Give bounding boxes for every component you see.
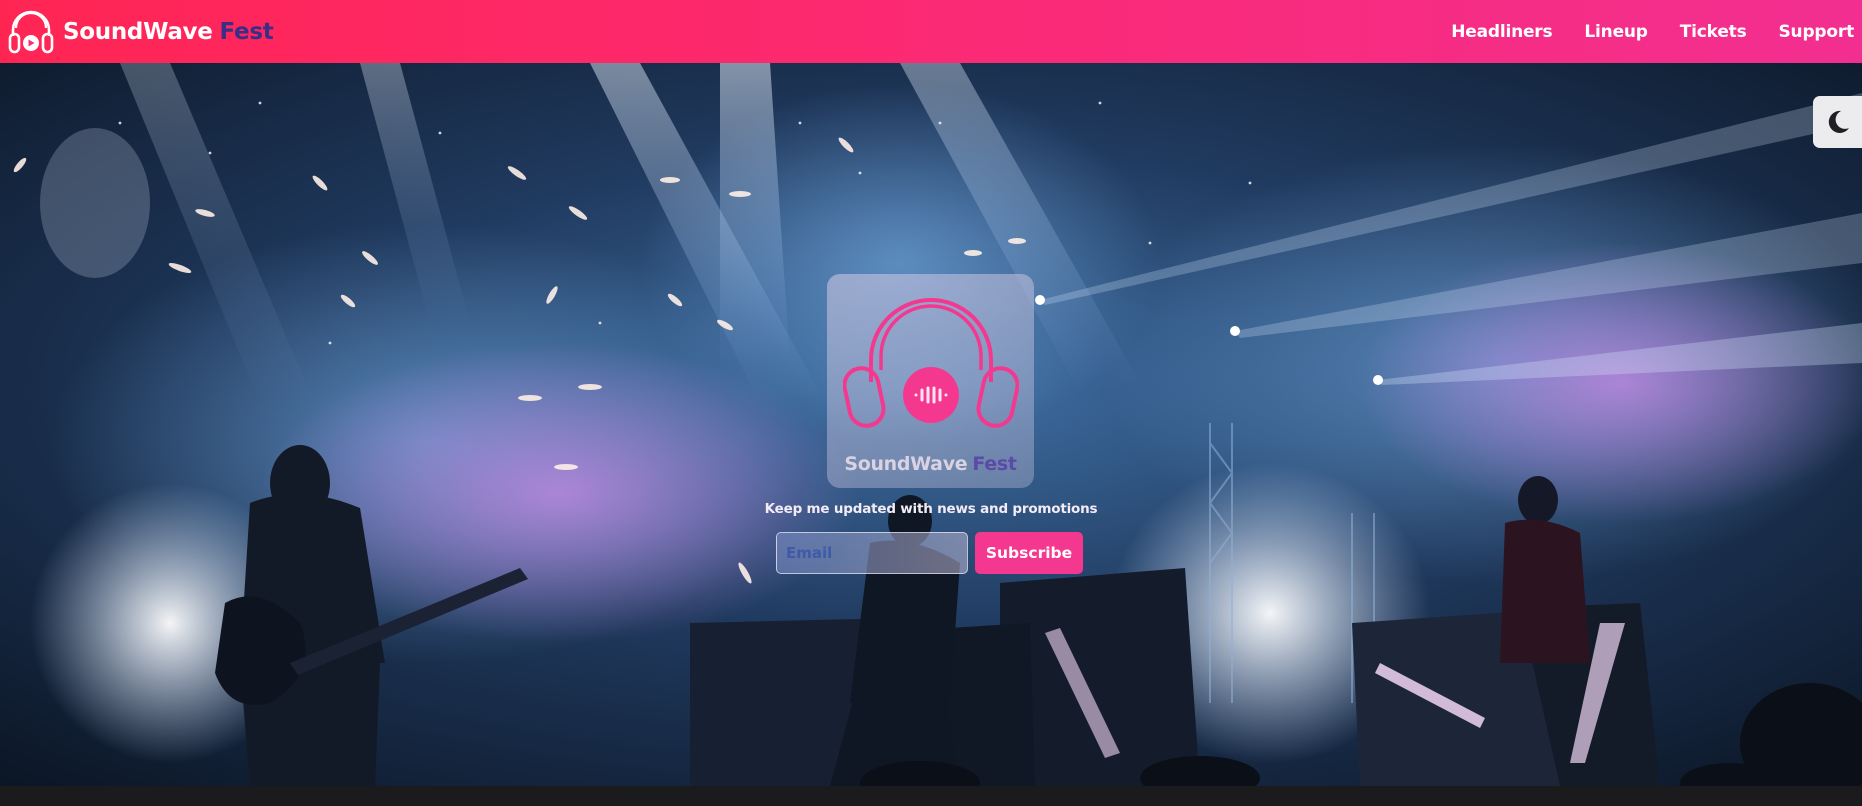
nav-link-support[interactable]: Support [1779, 22, 1855, 42]
top-nav: SoundWave Fest Headliners Lineup Tickets … [0, 0, 1862, 63]
card-name-suffix: Fest [972, 453, 1017, 475]
brand-name-main: SoundWave [63, 18, 213, 45]
email-input[interactable] [776, 532, 968, 574]
headphones-icon [843, 298, 1019, 428]
card-festival-name: SoundWave Fest [827, 453, 1034, 475]
page-bottom-bar [0, 786, 1862, 806]
nav-link-headliners[interactable]: Headliners [1451, 22, 1552, 42]
brand-logo[interactable]: SoundWave Fest [5, 6, 274, 58]
nav-menu: Headliners Lineup Tickets Support [1451, 22, 1862, 42]
newsletter-caption: Keep me updated with news and promotions [764, 501, 1098, 517]
moon-icon [1828, 110, 1849, 133]
nav-link-tickets[interactable]: Tickets [1680, 22, 1747, 42]
headphones-logo-icon [8, 10, 54, 53]
nav-link-lineup[interactable]: Lineup [1584, 22, 1648, 42]
theme-toggle-button[interactable] [1813, 96, 1862, 148]
card-name-main: SoundWave [844, 453, 968, 475]
brand-name: SoundWave Fest [63, 18, 274, 45]
subscribe-button[interactable]: Subscribe [975, 532, 1083, 574]
brand-name-suffix: Fest [219, 18, 274, 45]
festival-logo-card: SoundWave Fest [827, 274, 1034, 488]
